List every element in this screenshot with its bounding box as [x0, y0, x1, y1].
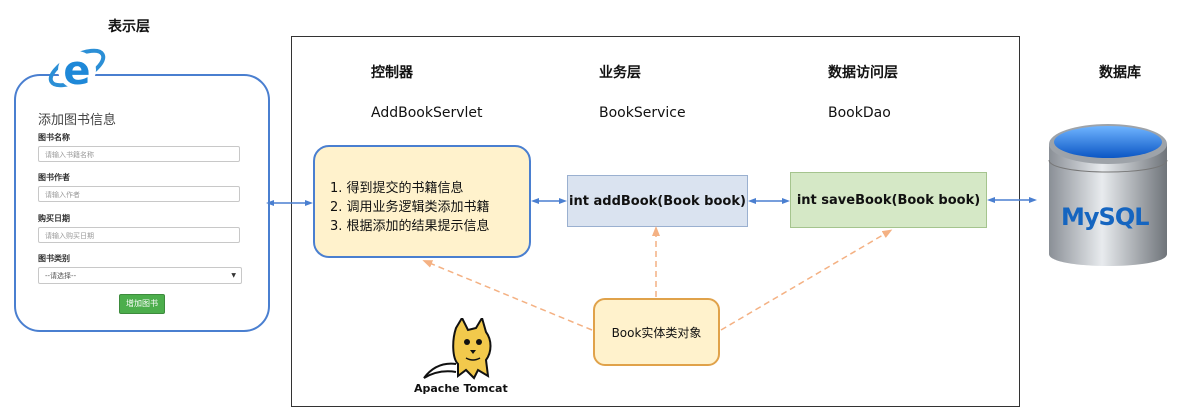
database-cylinder-icon [1048, 124, 1168, 266]
mysql-logo-text: MySQL [1061, 203, 1150, 231]
arrows-layer [266, 197, 1037, 331]
tomcat-label: Apache Tomcat [414, 382, 508, 395]
tomcat-logo-icon [423, 318, 492, 380]
dashed-entity-dao [720, 229, 893, 331]
